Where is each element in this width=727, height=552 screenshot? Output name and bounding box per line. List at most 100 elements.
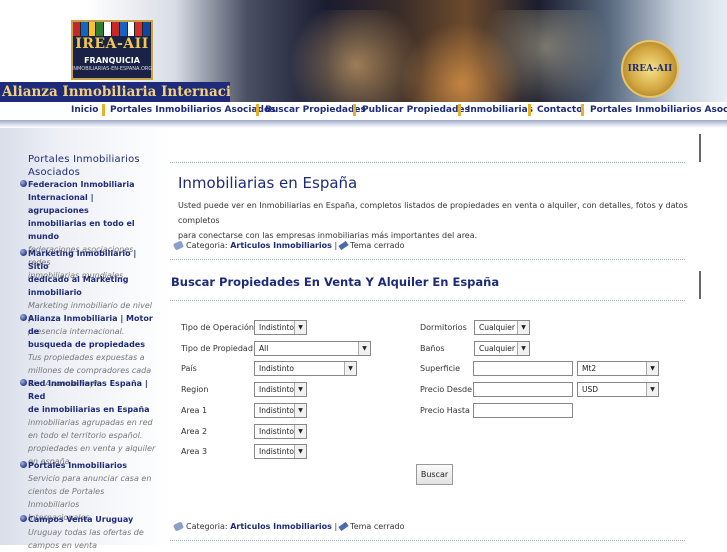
nav-buscar[interactable]: Buscar Propiedades — [265, 105, 366, 115]
post-meta: Categoria: Articulos Inmobiliarios | Tema… — [172, 521, 405, 532]
form-select[interactable]: All ▼ — [254, 341, 371, 356]
sidebar-link[interactable]: Alianza Inmobiliaria | Motor de — [28, 312, 156, 338]
search-title: Buscar Propiedades En Venta Y Alquiler E… — [171, 275, 500, 289]
flag-icon — [111, 22, 120, 36]
chevron-down-icon: ▼ — [517, 342, 529, 355]
bullet-icon — [20, 461, 27, 468]
unit-select[interactable]: Mt2 ▼ — [577, 361, 659, 376]
form-select[interactable]: Indistinto ▼ — [254, 424, 307, 439]
sidebar-description: Tus propiedades expuestas a — [28, 353, 145, 362]
sidebar-title-line: Asociados — [28, 167, 81, 178]
chevron-down-icon: ▼ — [294, 445, 306, 458]
nav-portales-2[interactable]: Portales Inmobiliarios Asociados — [590, 105, 727, 115]
nav-inicio[interactable]: Inicio — [71, 105, 98, 115]
form-label: Region — [181, 385, 209, 394]
sidebar-link[interactable]: dedicado al Marketing — [28, 273, 156, 286]
pencil-icon — [338, 240, 349, 251]
sidebar-link[interactable]: Internacional | agrupaciones — [28, 191, 156, 217]
sidebar-link[interactable]: busqueda de propiedades — [28, 338, 156, 351]
bullet-icon — [20, 314, 27, 321]
form-label: Precio Hasta — [420, 406, 470, 415]
bullet-icon — [20, 515, 27, 522]
tag-icon — [172, 521, 185, 532]
category-link[interactable]: Articulos Inmobiliarios — [230, 241, 332, 250]
bullet-icon — [20, 379, 27, 386]
select-value: Cualquier — [479, 323, 515, 332]
sidebar-link[interactable]: Red Inmobiliarias España | Red — [28, 377, 156, 403]
form-select[interactable]: Cualquier ▼ — [474, 341, 530, 356]
text-input[interactable] — [473, 403, 573, 418]
form-select[interactable]: Indistinto ▼ — [254, 361, 357, 376]
chevron-down-icon: ▼ — [294, 425, 306, 438]
select-value: Indistinto — [259, 385, 295, 394]
sidebar-link[interactable]: Campos Venta Uruguay — [28, 513, 156, 526]
meta-separator: | — [334, 241, 338, 250]
divider-bar — [699, 134, 701, 162]
nav-separator — [458, 104, 461, 116]
nav-inmobiliarias[interactable]: Inmobiliarias — [467, 105, 533, 115]
meta-closed: Tema cerrado — [350, 241, 405, 250]
select-value: USD — [582, 385, 599, 394]
flag-icon — [88, 22, 97, 36]
search-button[interactable]: Buscar — [416, 464, 453, 485]
select-value: Indistinto — [259, 447, 295, 456]
site-header: IREA-AII FRANQUICIA INMOBILIARIAS-EN-ESP… — [0, 0, 727, 102]
sidebar-link[interactable]: inmobiliarias en todo el mundo — [28, 217, 156, 243]
form-select[interactable]: Indistinto ▼ — [254, 403, 307, 418]
sidebar-description: Uruguay todas las ofertas de — [28, 528, 144, 537]
flag-icon — [73, 22, 81, 36]
nav-publicar[interactable]: Publicar Propiedades — [362, 105, 470, 115]
divider — [170, 300, 685, 301]
nav-portales[interactable]: Portales Inmobiliarios Asociados — [110, 105, 276, 115]
form-label: Baños — [420, 344, 445, 353]
chevron-down-icon: ▼ — [294, 321, 306, 334]
sidebar-description: Servicio para anunciar casa en — [28, 474, 152, 483]
sidebar-description: propiedades en venta y alquiler — [28, 444, 156, 453]
flag-icon — [135, 22, 144, 36]
chevron-down-icon: ▼ — [294, 383, 306, 396]
intro-line: Usted puede ver en Inmobiliarias en Espa… — [178, 201, 688, 225]
select-value: Cualquier — [479, 344, 515, 353]
select-value: All — [259, 344, 269, 353]
unit-select[interactable]: USD ▼ — [577, 382, 659, 397]
sidebar-link[interactable]: Federacion Inmobiliaria — [28, 178, 156, 191]
select-value: Indistinto — [259, 323, 295, 332]
sidebar-link[interactable]: Marketing Inmobiliario | Sitio — [28, 247, 156, 273]
logo-title: IREA-AII — [75, 36, 149, 52]
nav-contacto[interactable]: Contacto — [537, 105, 582, 115]
nav-separator — [528, 104, 531, 116]
form-label: Superficie — [420, 364, 461, 373]
sidebar-description: cientos de Portales Inmobiliarios — [28, 487, 105, 509]
sidebar-link[interactable]: Portales Inmobiliarios — [28, 459, 156, 472]
logo-subtitle: FRANQUICIA — [84, 56, 140, 65]
form-label: País — [181, 364, 197, 373]
form-label: Precio Desde — [420, 385, 473, 394]
tag-icon — [172, 240, 185, 251]
form-select[interactable]: Indistinto ▼ — [254, 320, 307, 335]
text-input[interactable] — [473, 382, 573, 397]
form-select[interactable]: Indistinto ▼ — [254, 382, 307, 397]
category-link[interactable]: Articulos Inmobiliarios — [230, 522, 332, 531]
form-label: Tipo de Propiedad — [181, 344, 253, 353]
logo-url: INMOBILIARIAS-EN-ESPANA.ORG — [71, 66, 153, 72]
flag-icon — [80, 22, 89, 36]
nav-separator — [581, 104, 584, 116]
nav-shadow — [0, 120, 727, 128]
form-label: Area 2 — [181, 427, 208, 436]
meta-separator: | — [334, 522, 338, 531]
nav-separator — [353, 104, 356, 116]
sidebar-link[interactable]: de inmobiliarias en España — [28, 403, 156, 416]
sidebar-entry: Campos Venta Uruguay Uruguay todas las of… — [20, 513, 156, 552]
divider — [170, 162, 685, 163]
meta-label: Categoria: — [186, 241, 228, 250]
sidebar-description: en todo el territorio español. — [28, 431, 143, 440]
text-input[interactable] — [473, 361, 573, 376]
bullet-icon — [20, 249, 27, 256]
select-value: Mt2 — [582, 364, 597, 373]
form-select[interactable]: Indistinto ▼ — [254, 444, 307, 459]
chevron-down-icon: ▼ — [517, 321, 529, 334]
sidebar-entry: Red Inmobiliarias España | Red de inmobil… — [20, 377, 156, 468]
post-meta: Categoria: Articulos Inmobiliarios | Tema… — [172, 240, 405, 251]
form-select[interactable]: Cualquier ▼ — [474, 320, 530, 335]
sidebar-link[interactable]: inmobiliario — [28, 286, 156, 299]
